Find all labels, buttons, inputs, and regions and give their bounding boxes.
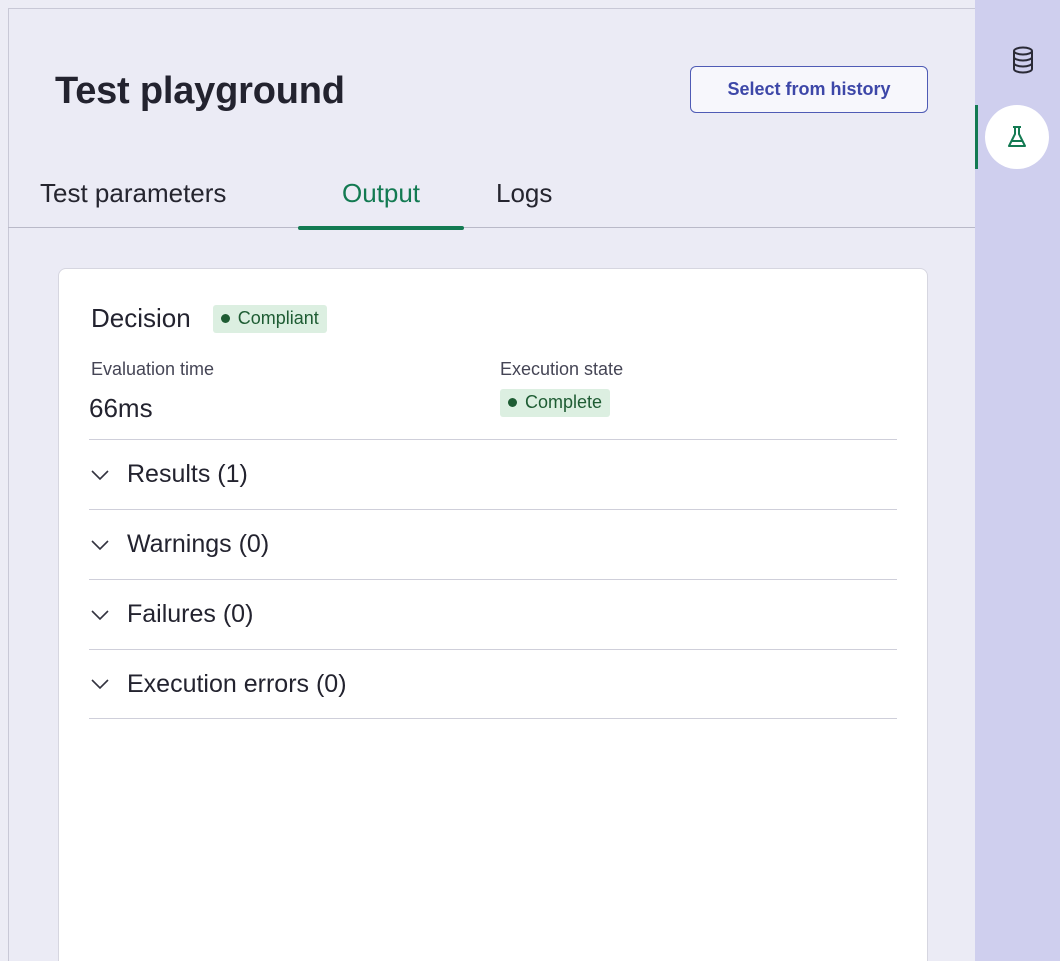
execution-state-label: Execution state (500, 359, 624, 379)
failures-section-toggle[interactable]: Failures (0) (89, 579, 897, 649)
tab-logs[interactable]: Logs (496, 170, 552, 228)
test-playground-rail-button[interactable] (985, 105, 1049, 169)
database-icon[interactable] (1010, 45, 1036, 75)
execution-errors-section-label: Execution errors (0) (127, 669, 347, 698)
status-dot-icon (220, 313, 230, 323)
decision-status-badge: Compliant (212, 304, 327, 333)
decision-status-text: Compliant (237, 307, 319, 328)
tab-test-parameters[interactable]: Test parameters (40, 170, 226, 228)
tab-output[interactable]: Output (298, 170, 464, 230)
status-dot-icon (508, 398, 517, 407)
chevron-down-icon (91, 469, 109, 480)
results-section-label: Results (1) (127, 460, 248, 488)
output-sections: Results (1) Warnings (0) Failures (0) Ex… (89, 439, 897, 719)
evaluation-time-label: Evaluation time (91, 359, 215, 379)
page-title: Test playground (55, 70, 345, 112)
execution-errors-section-toggle[interactable]: Execution errors (0) (89, 649, 897, 719)
decision-label: Decision (91, 303, 191, 333)
tab-bar: Test parameters Output Logs (8, 170, 975, 230)
evaluation-time-value: 66ms (89, 393, 153, 423)
right-side-rail (975, 0, 1060, 961)
execution-state-badge: Complete (500, 389, 611, 417)
active-indicator (975, 105, 978, 169)
select-from-history-button[interactable]: Select from history (690, 66, 928, 113)
chevron-down-icon (91, 539, 109, 550)
decision-row: Decision Compliant (91, 303, 327, 334)
chevron-down-icon (91, 609, 109, 620)
failures-section-label: Failures (0) (127, 600, 254, 628)
flask-icon (1008, 126, 1026, 147)
output-card: Decision Compliant Evaluation time 66ms … (58, 268, 928, 961)
execution-state-text: Complete (525, 392, 603, 412)
warnings-section-toggle[interactable]: Warnings (0) (89, 509, 897, 579)
warnings-section-label: Warnings (0) (127, 530, 270, 558)
results-section-toggle[interactable]: Results (1) (89, 439, 897, 509)
chevron-down-icon (91, 679, 109, 690)
